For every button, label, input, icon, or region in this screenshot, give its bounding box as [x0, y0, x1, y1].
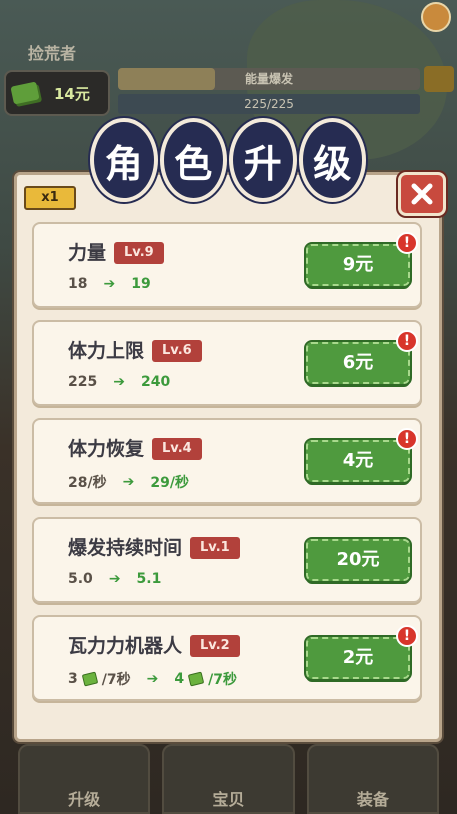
energy-bar: 能量爆发	[118, 68, 420, 90]
money-value: 14元	[54, 84, 90, 103]
player-title: 捡荒者	[28, 44, 77, 63]
stat-current: 3	[68, 671, 78, 687]
level-badge: Lv.2	[190, 635, 240, 657]
stat-change: 3/7秒 ➔ 4/7秒	[68, 669, 237, 689]
stat-current: 28/秒	[68, 475, 107, 491]
upgrade-card-stamina-max: 体力上限 Lv.6 225 ➔ 240 6元 !	[32, 320, 422, 406]
modal-title: 角 色 升 级	[90, 118, 366, 202]
arrow-right-icon: ➔	[122, 474, 135, 490]
stat-next-unit: /7秒	[208, 672, 237, 688]
alert-icon: !	[396, 428, 418, 450]
multiplier-toggle[interactable]: x1	[24, 186, 76, 210]
alert-icon: !	[396, 625, 418, 647]
energy-label: 能量爆发	[244, 72, 293, 86]
level-badge: Lv.1	[190, 537, 240, 559]
chest-icon	[424, 66, 454, 92]
stat-name: 瓦力力机器人	[68, 635, 183, 657]
stat-name: 爆发持续时间	[68, 537, 183, 559]
nav-tab-equipment: 装备	[306, 744, 439, 814]
stat-next: 240	[140, 374, 171, 390]
level-badge: Lv.6	[152, 340, 202, 362]
upgrade-price-button[interactable]: 9元	[304, 242, 412, 288]
upgrade-card-robot: 瓦力力机器人 Lv.2 3/7秒 ➔ 4/7秒 2元 !	[32, 615, 422, 701]
upgrade-price-button[interactable]: 4元	[304, 438, 412, 484]
stat-current: 5.0	[68, 571, 93, 587]
energy-value: 225/225	[118, 94, 420, 114]
stat-next: 29/秒	[150, 475, 189, 491]
title-char: 升	[229, 118, 297, 202]
bottom-nav: 升级 宝贝 装备	[18, 744, 439, 814]
upgrade-card-strength: 力量 Lv.9 18 ➔ 19 9元 !	[32, 222, 422, 308]
money-display: 14元	[4, 70, 110, 116]
cash-icon	[187, 671, 205, 687]
upgrade-price-button[interactable]: 2元	[304, 635, 412, 681]
level-badge: Lv.4	[152, 438, 202, 460]
upgrade-card-burst-duration: 爆发持续时间 Lv.1 5.0 ➔ 5.1 20元	[32, 517, 422, 603]
stat-name: 力量	[68, 242, 107, 264]
cash-icon	[81, 671, 98, 687]
nav-tab-upgrade: 升级	[18, 744, 151, 814]
level-badge: Lv.9	[114, 242, 164, 264]
stat-change: 225 ➔ 240	[68, 374, 170, 390]
upgrade-card-stamina-recovery: 体力恢复 Lv.4 28/秒 ➔ 29/秒 4元 !	[32, 418, 422, 504]
title-char: 级	[298, 118, 366, 202]
cash-icon	[10, 81, 40, 105]
stat-change: 5.0 ➔ 5.1	[68, 571, 161, 587]
stat-next: 19	[131, 276, 151, 292]
stat-current-unit: /7秒	[101, 672, 131, 688]
stat-current: 225	[68, 374, 98, 390]
stat-name: 体力恢复	[68, 438, 145, 460]
arrow-right-icon: ➔	[108, 571, 121, 587]
nav-tab-treasure: 宝贝	[162, 744, 295, 814]
arrow-right-icon: ➔	[146, 671, 159, 687]
stat-name: 体力上限	[68, 340, 145, 362]
arrow-right-icon: ➔	[103, 276, 116, 292]
close-x-icon	[411, 183, 433, 205]
upgrade-price-button[interactable]: 20元	[304, 537, 412, 583]
arrow-right-icon: ➔	[113, 374, 125, 390]
stat-current: 18	[68, 276, 88, 292]
stat-next: 5.1	[136, 571, 162, 587]
avatar	[421, 2, 451, 32]
close-button[interactable]	[398, 172, 446, 216]
title-char: 角	[90, 118, 158, 202]
alert-icon: !	[396, 330, 418, 352]
stat-change: 18 ➔ 19	[68, 276, 151, 292]
stat-next: 4	[174, 671, 185, 687]
title-char: 色	[159, 118, 227, 202]
stat-change: 28/秒 ➔ 29/秒	[68, 472, 189, 492]
upgrade-price-button[interactable]: 6元	[304, 340, 412, 386]
alert-icon: !	[396, 232, 418, 254]
